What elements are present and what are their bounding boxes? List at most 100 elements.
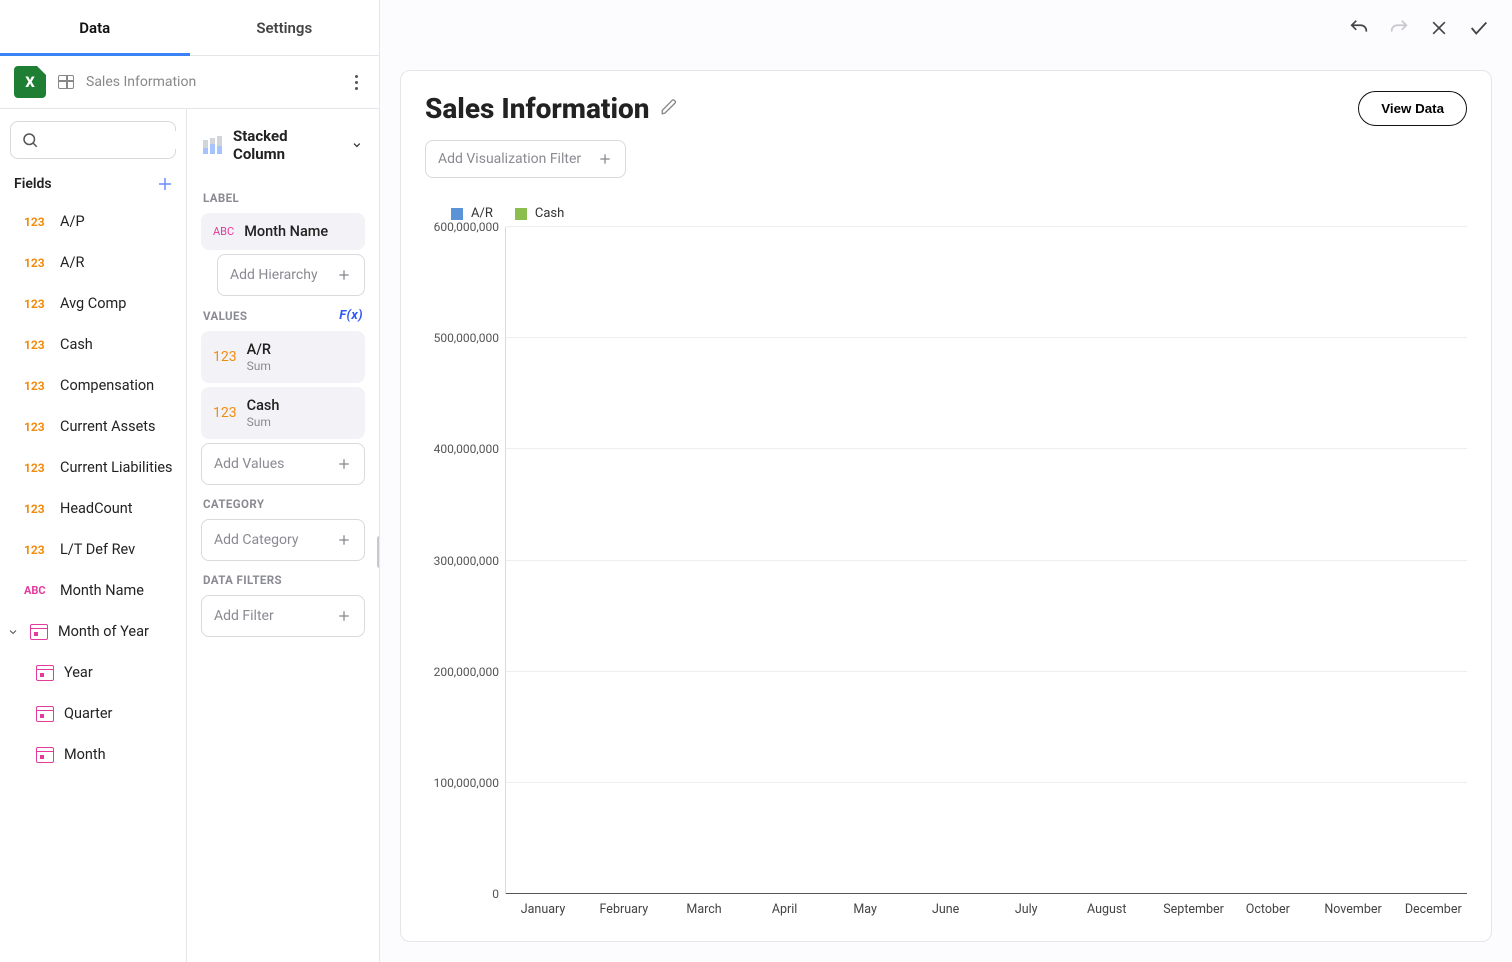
label-pill-month-name[interactable]: ABC Month Name: [201, 213, 365, 250]
field-label: Month: [64, 746, 106, 763]
view-data-button-label: View Data: [1381, 101, 1444, 116]
field-item-month-of-year[interactable]: Month of Year: [0, 611, 186, 652]
legend-label-cash: Cash: [535, 206, 564, 221]
value-pill-a-r[interactable]: 123A/RSum: [201, 331, 365, 383]
tab-settings[interactable]: Settings: [190, 0, 380, 55]
section-label-label: LABEL: [203, 191, 363, 205]
gridline: [506, 560, 1467, 561]
check-icon: [1468, 17, 1490, 39]
value-pill-name: A/R: [247, 341, 353, 358]
number-type-icon: 123: [24, 420, 50, 434]
calendar-icon: [36, 706, 54, 722]
add-category-drop[interactable]: Add Category: [201, 519, 365, 561]
chart-type-selector[interactable]: Stacked Column: [201, 123, 365, 179]
data-source-row: X Sales Information: [0, 56, 379, 109]
legend-item-ar[interactable]: A/R: [451, 206, 493, 221]
xaxis-label: June: [922, 902, 970, 917]
redo-button[interactable]: [1386, 15, 1412, 41]
field-label: Month Name: [60, 582, 144, 599]
field-item-month-name[interactable]: ABCMonth Name: [0, 570, 186, 611]
number-type-icon: 123: [24, 215, 50, 229]
table-icon: [58, 75, 74, 89]
field-label: Current Liabilities: [60, 459, 173, 476]
field-item-a-p[interactable]: 123 A/P: [0, 201, 186, 242]
edit-title-button[interactable]: [660, 98, 678, 120]
field-item-headcount[interactable]: 123 HeadCount: [0, 488, 186, 529]
yaxis-tick: 400,000,000: [434, 442, 499, 456]
yaxis-tick: 100,000,000: [434, 776, 499, 790]
tab-data-label: Data: [79, 19, 110, 37]
xaxis-label: March: [680, 902, 728, 917]
confirm-button[interactable]: [1466, 15, 1492, 41]
fields-search-input[interactable]: [47, 131, 186, 149]
close-icon: [1429, 18, 1449, 38]
field-item-cash[interactable]: 123Cash: [0, 324, 186, 365]
section-values-label: VALUES F(x): [203, 308, 363, 323]
plus-icon: [156, 175, 174, 193]
fields-header-label: Fields: [14, 176, 52, 192]
fields-panel: Fields 123A/P123A/R123Avg Comp123Cash123…: [0, 109, 186, 962]
field-item-current-assets[interactable]: 123 Current Assets: [0, 406, 186, 447]
section-category-label: CATEGORY: [203, 497, 363, 511]
number-type-icon: 123: [24, 461, 50, 475]
field-label: Avg Comp: [60, 295, 126, 312]
field-label: HeadCount: [60, 500, 133, 517]
chart-plot-area: [505, 227, 1467, 894]
number-type-icon: 123: [24, 338, 50, 352]
xaxis-label: December: [1405, 902, 1453, 917]
xaxis-label: January: [519, 902, 567, 917]
config-panel: Stacked Column LABEL ABC Month Name Add …: [187, 109, 379, 962]
yaxis-tick: 0: [492, 887, 499, 901]
fields-list: 123A/P123A/R123Avg Comp123Cash123Compens…: [0, 201, 186, 962]
fields-search[interactable]: [10, 121, 176, 159]
field-item-l-t-def-rev[interactable]: 123L/T Def Rev: [0, 529, 186, 570]
field-item-child-year[interactable]: Year: [0, 652, 186, 693]
number-type-icon: 123: [24, 543, 50, 557]
view-data-button[interactable]: View Data: [1358, 91, 1467, 126]
field-item-child-month[interactable]: Month: [0, 734, 186, 775]
chart-type-label: Stacked Column: [233, 127, 341, 163]
field-label: Current Assets: [60, 418, 156, 435]
add-viz-filter-button[interactable]: Add Visualization Filter: [425, 140, 626, 178]
fx-button[interactable]: F(x): [339, 308, 363, 323]
plus-icon: [336, 456, 352, 472]
undo-button[interactable]: [1346, 15, 1372, 41]
chart-legend: A/R Cash: [451, 206, 1467, 221]
tab-data[interactable]: Data: [0, 0, 190, 55]
field-item-avg-comp[interactable]: 123Avg Comp: [0, 283, 186, 324]
add-values-drop[interactable]: Add Values: [201, 443, 365, 485]
number-type-icon: 123: [213, 349, 237, 365]
field-label: A/P: [60, 213, 85, 230]
undo-icon: [1348, 17, 1370, 39]
field-item-current-liabilities[interactable]: 123 Current Liabilities: [0, 447, 186, 488]
field-item-child-quarter[interactable]: Quarter: [0, 693, 186, 734]
add-hierarchy-drop[interactable]: Add Hierarchy: [217, 254, 365, 296]
plus-icon: [336, 608, 352, 624]
search-icon: [21, 131, 39, 149]
add-category-label: Add Category: [214, 532, 298, 548]
gridline: [506, 448, 1467, 449]
section-filters-label: DATA FILTERS: [203, 573, 363, 587]
xaxis-label: November: [1324, 902, 1372, 917]
legend-item-cash[interactable]: Cash: [515, 206, 564, 221]
legend-label-ar: A/R: [471, 206, 493, 221]
data-source-menu-button[interactable]: [347, 69, 365, 96]
gridline: [506, 782, 1467, 783]
calendar-icon: [30, 624, 48, 640]
xaxis-label: September: [1163, 902, 1211, 917]
field-item-compensation[interactable]: 123Compensation: [0, 365, 186, 406]
chevron-down-icon: [6, 625, 20, 639]
add-filter-drop[interactable]: Add Filter: [201, 595, 365, 637]
number-type-icon: 123: [24, 502, 50, 516]
field-item-a-r[interactable]: 123A/R: [0, 242, 186, 283]
fields-header: Fields: [0, 167, 186, 201]
value-pill-agg: Sum: [247, 415, 353, 429]
main-area: Sales Information View Data Add Visualiz…: [380, 0, 1512, 962]
add-field-button[interactable]: [154, 173, 176, 195]
value-pill-cash[interactable]: 123CashSum: [201, 387, 365, 439]
chart-bars: [506, 227, 1467, 894]
legend-swatch-cash: [515, 208, 527, 220]
tab-settings-label: Settings: [256, 19, 312, 37]
close-button[interactable]: [1426, 15, 1452, 41]
gridline: [506, 337, 1467, 338]
